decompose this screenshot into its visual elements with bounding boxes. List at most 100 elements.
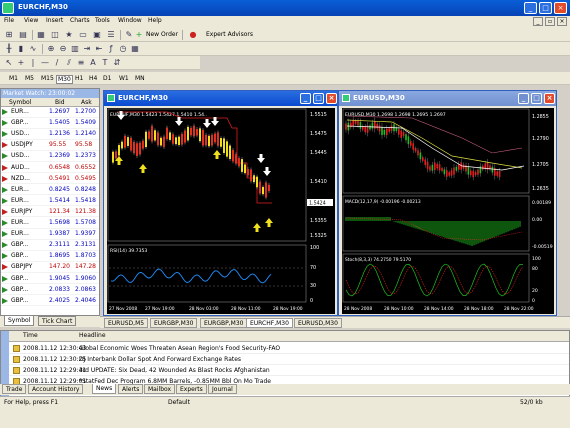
market-watch-row[interactable]: EURJPY 121.34 121.38: [1, 207, 99, 218]
new-order-icon[interactable]: +: [134, 30, 144, 40]
mdi-minimize-button[interactable]: _: [533, 17, 543, 26]
menu-help[interactable]: Help: [148, 17, 162, 24]
menu-insert[interactable]: Insert: [46, 17, 63, 24]
app-title-bar[interactable]: EURCHF,M30 _ □ ×: [0, 0, 570, 16]
market-watch-row[interactable]: GBP... 2.4025 2.4046: [1, 296, 99, 307]
timeframe-m5[interactable]: M5: [24, 75, 35, 82]
text-icon[interactable]: A: [88, 58, 98, 68]
tester-icon[interactable]: ▣: [92, 30, 102, 40]
market-watch-row[interactable]: USD... 1.2369 1.2373: [1, 151, 99, 162]
fibonacci-icon[interactable]: ≡: [76, 58, 86, 68]
indicators-icon[interactable]: ƒ: [106, 44, 116, 54]
menu-view[interactable]: View: [24, 17, 38, 24]
tab-alerts[interactable]: Alerts: [118, 384, 144, 394]
minimize-button[interactable]: _: [524, 2, 537, 14]
terminal-icon[interactable]: ▭: [78, 30, 88, 40]
profiles-icon[interactable]: ▤: [18, 30, 28, 40]
expert-advisors-button[interactable]: Expert Advisors: [206, 31, 253, 38]
market-watch-row[interactable]: GBP... 1.8695 1.8703: [1, 251, 99, 262]
mdi-close-button[interactable]: ×: [557, 17, 567, 26]
menu-tools[interactable]: Tools: [95, 17, 110, 24]
timeframe-h1[interactable]: H1: [74, 75, 84, 82]
news-row[interactable]: 2008.11.12 12:30:25 DJ Interbank Dollar S…: [9, 354, 569, 365]
timeframe-mn[interactable]: MN: [134, 75, 146, 82]
line-chart-icon[interactable]: ∿: [28, 44, 38, 54]
horizontal-line-icon[interactable]: —: [40, 58, 50, 68]
menu-window[interactable]: Window: [118, 17, 142, 24]
channel-icon[interactable]: ⫽: [64, 58, 74, 68]
market-watch-row[interactable]: EUR... 1.5414 1.5418: [1, 196, 99, 207]
bar-chart-icon[interactable]: ╫: [4, 44, 14, 54]
tab-account-history[interactable]: Account History: [28, 384, 84, 394]
chart-canvas-eurchf[interactable]: EURCHF,M30 1.5423 1.5427 1.5410 1.54.. 1.…: [107, 108, 335, 314]
mdi-restore-button[interactable]: ▫: [545, 17, 555, 26]
market-watch-row[interactable]: EUR... 1.5698 1.5708: [1, 218, 99, 229]
market-watch-row[interactable]: GBPJPY 147.20 147.28: [1, 262, 99, 273]
chart-tab-1[interactable]: EURUSD,M5: [104, 318, 149, 328]
timeframe-w1[interactable]: W1: [118, 75, 130, 82]
chart-tab-2[interactable]: EURGBP,M30: [150, 318, 198, 328]
chart-window-eurchf[interactable]: EURCHF,M30 _ □ × EURCHF,M30 1.5423 1.542…: [103, 90, 338, 316]
chart-tab-4[interactable]: EURCHF,M30: [246, 318, 293, 328]
timeframe-m30[interactable]: M30: [56, 75, 73, 84]
periods-icon[interactable]: ◷: [118, 44, 128, 54]
market-watch-row[interactable]: USD... 1.2136 1.2140: [1, 129, 99, 140]
chart-close-button[interactable]: ×: [326, 93, 337, 104]
col-ask[interactable]: Ask: [81, 99, 92, 106]
market-watch-row[interactable]: NZD... 0.5491 0.5495: [1, 174, 99, 185]
navigator-icon[interactable]: ★: [64, 30, 74, 40]
menu-charts[interactable]: Charts: [70, 17, 90, 24]
tile-windows-icon[interactable]: ▥: [70, 44, 80, 54]
cursor-icon[interactable]: ↖: [4, 58, 14, 68]
candle-chart-icon[interactable]: ▮: [16, 44, 26, 54]
chart-tab-5[interactable]: EURUSD,M30: [294, 318, 342, 328]
chart2-minimize-button[interactable]: _: [518, 93, 529, 104]
col-symbol[interactable]: Symbol: [9, 99, 31, 106]
timeframe-d1[interactable]: D1: [102, 75, 112, 82]
tab-news[interactable]: News: [92, 384, 117, 394]
chart-minimize-button[interactable]: _: [300, 93, 311, 104]
chart-shift-icon[interactable]: ⇤: [94, 44, 104, 54]
timeframe-m15[interactable]: M15: [40, 75, 55, 82]
expert-advisors-icon[interactable]: ●: [188, 30, 198, 40]
tab-symbol[interactable]: Symbol: [4, 316, 35, 326]
chart-window-eurusd[interactable]: EURUSD,M30 _ □ × EURUSD,M30 1.2698 1.269…: [338, 90, 557, 316]
metaeditor-icon[interactable]: ✎: [124, 30, 134, 40]
timeframe-h4[interactable]: H4: [88, 75, 98, 82]
chart-window-title-2[interactable]: EURUSD,M30 _ □ ×: [339, 91, 556, 106]
market-watch-row[interactable]: GBP... 2.3111 2.3131: [1, 240, 99, 251]
history-center-icon[interactable]: ☰: [106, 30, 116, 40]
market-watch-row[interactable]: EUR... 0.8245 0.8248: [1, 185, 99, 196]
market-watch-row[interactable]: EUR... 1.2697 1.2700: [1, 107, 99, 118]
tab-journal[interactable]: Journal: [208, 384, 237, 394]
close-button[interactable]: ×: [554, 2, 567, 14]
market-watch-row[interactable]: GBP... 2.0833 2.0863: [1, 285, 99, 296]
eurchf-chart-svg[interactable]: EURCHF,M30 1.5423 1.5427 1.5410 1.54.. 1.…: [107, 108, 335, 314]
chart-canvas-eurusd[interactable]: EURUSD,M30 1.2698 1.2698 1.2695 1.2697 1.…: [342, 108, 554, 314]
col-bid[interactable]: Bid: [55, 99, 65, 106]
tab-experts[interactable]: Experts: [176, 384, 207, 394]
tab-trade[interactable]: Trade: [2, 384, 27, 394]
news-row[interactable]: 2008.11.12 12:29:41 3rd UPDATE: Six Dead,…: [9, 365, 569, 376]
arrows-icon[interactable]: ⇵: [112, 58, 122, 68]
new-order-button[interactable]: New Order: [146, 31, 178, 38]
market-watch-row[interactable]: USDJPY 95.55 95.58: [1, 140, 99, 151]
new-chart-icon[interactable]: ⊞: [4, 30, 14, 40]
tab-tick-chart[interactable]: Tick Chart: [38, 316, 77, 326]
market-watch-icon[interactable]: ▦: [36, 30, 46, 40]
vertical-line-icon[interactable]: |: [28, 58, 38, 68]
maximize-button[interactable]: □: [539, 2, 552, 14]
label-icon[interactable]: T: [100, 58, 110, 68]
chart-maximize-button[interactable]: □: [313, 93, 324, 104]
tab-mailbox[interactable]: Mailbox: [144, 384, 176, 394]
zoom-in-icon[interactable]: ⊕: [46, 44, 56, 54]
news-row[interactable]: 2008.11.12 12:30:43 Global Economic Woes …: [9, 343, 569, 354]
eurusd-chart-svg[interactable]: EURUSD,M30 1.2698 1.2698 1.2695 1.2697 1.…: [342, 108, 554, 314]
market-watch-row[interactable]: AUD... 0.6548 0.6552: [1, 163, 99, 173]
market-watch-row[interactable]: EUR... 1.9387 1.9397: [1, 229, 99, 240]
menu-file[interactable]: File: [4, 17, 14, 24]
chart-tab-3[interactable]: EURGBP,M30: [200, 318, 248, 328]
col-headline[interactable]: Headline: [79, 331, 106, 341]
col-time[interactable]: Time: [23, 331, 38, 341]
templates-icon[interactable]: ▦: [130, 44, 140, 54]
